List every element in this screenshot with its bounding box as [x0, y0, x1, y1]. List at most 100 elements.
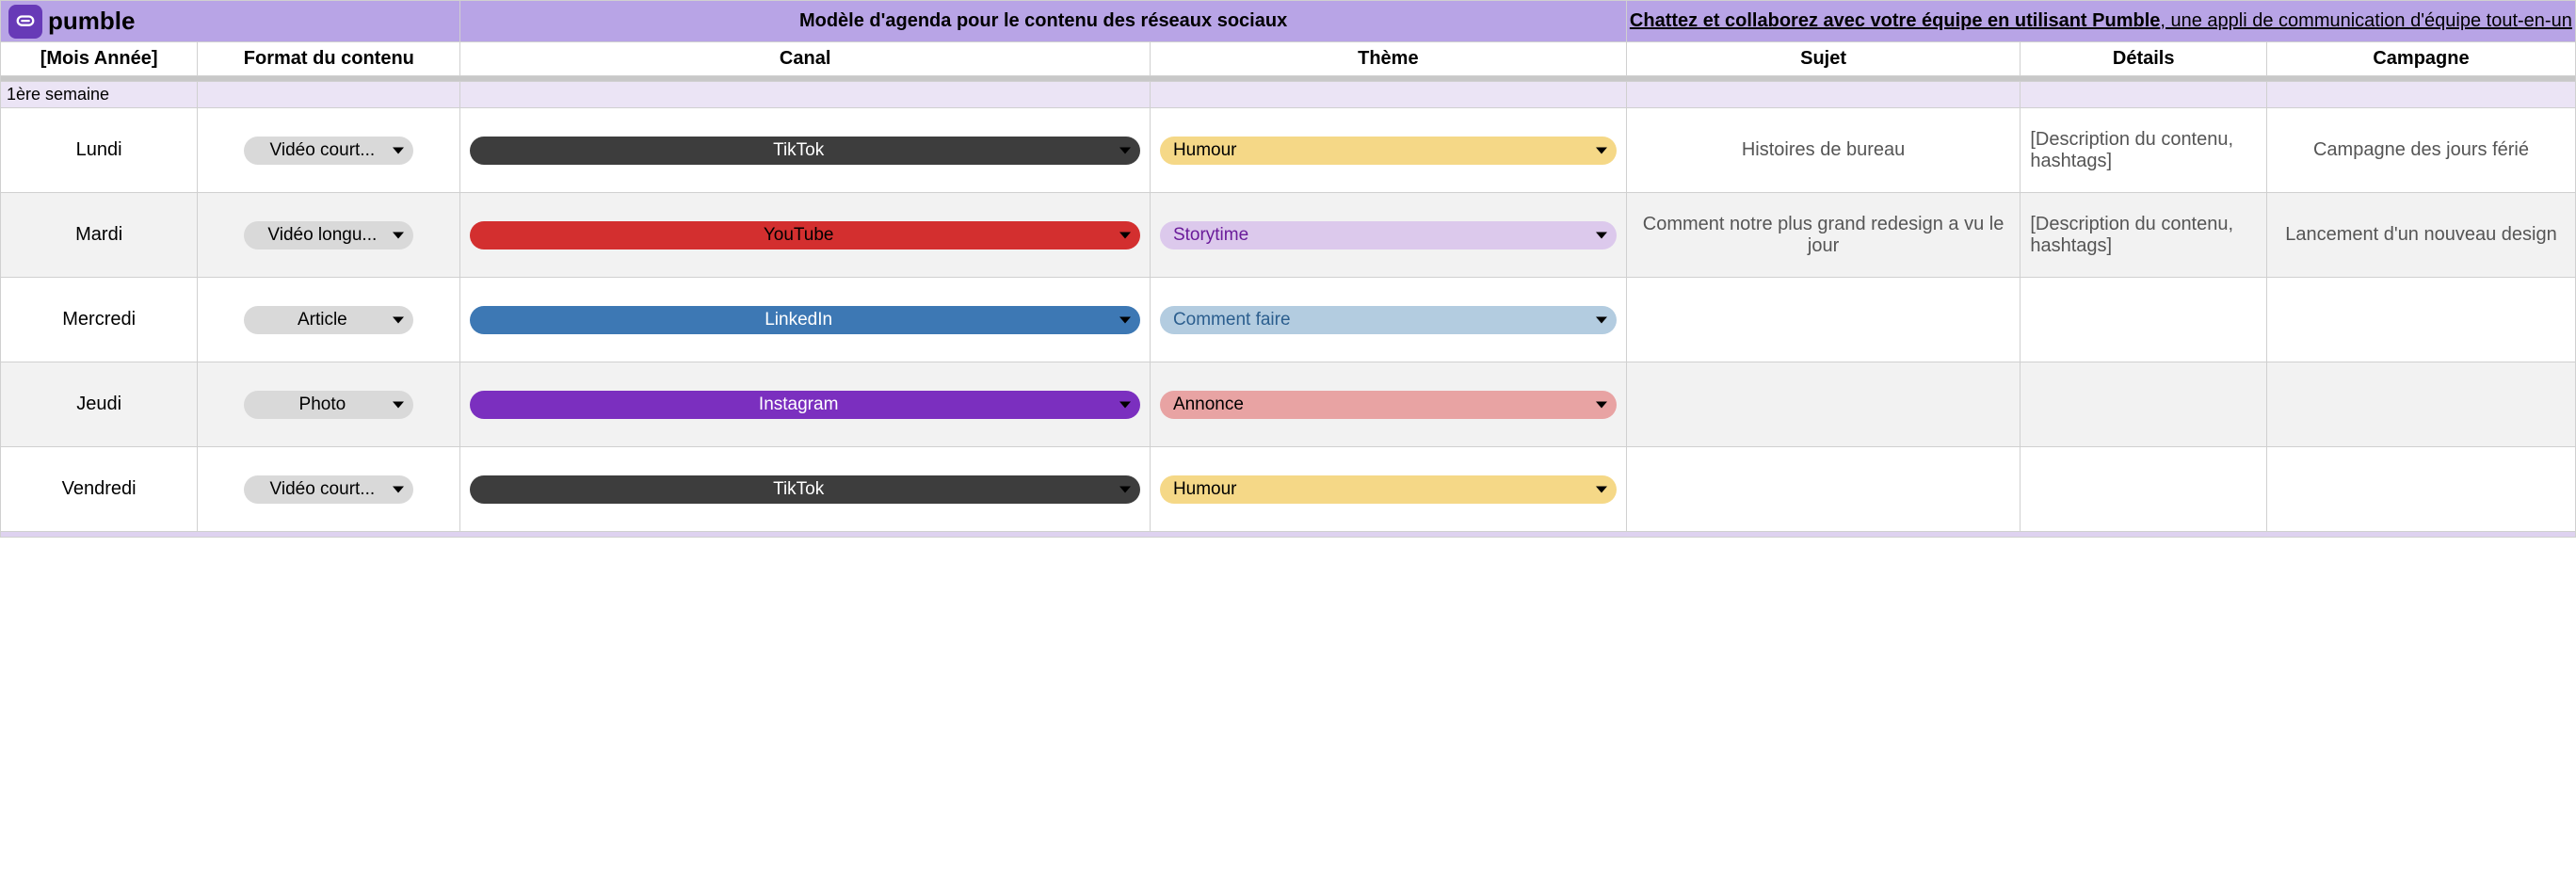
table-row: Vendredi Vidéo court... TikTok Humour [1, 447, 2576, 532]
canal-cell[interactable]: LinkedIn [460, 278, 1151, 362]
day-cell: Lundi [1, 108, 198, 193]
table-row: Lundi Vidéo court... TikTok Humour Histoires… [1, 108, 2576, 193]
canal-cell[interactable]: TikTok [460, 447, 1151, 532]
theme-dropdown[interactable]: Comment faire [1160, 306, 1617, 334]
col-month: [Mois Année] [1, 42, 198, 76]
theme-dropdown[interactable]: Humour [1160, 475, 1617, 504]
sujet-cell[interactable] [1626, 447, 2021, 532]
template-title: Modèle d'agenda pour le contenu des rése… [460, 1, 1626, 42]
theme-value: Humour [1173, 140, 1237, 161]
chevron-down-icon [393, 232, 404, 238]
col-details: Détails [2021, 42, 2267, 76]
theme-value: Storytime [1173, 225, 1248, 246]
format-cell[interactable]: Photo [198, 362, 460, 447]
theme-value: Annonce [1173, 394, 1244, 415]
format-value: Photo [299, 394, 346, 415]
chevron-down-icon [1596, 401, 1607, 408]
brand-logo: pumble [1, 5, 459, 39]
format-value: Article [298, 310, 347, 330]
chevron-down-icon [1596, 486, 1607, 492]
chevron-down-icon [393, 147, 404, 153]
col-format: Format du contenu [198, 42, 460, 76]
format-cell[interactable]: Vidéo longu... [198, 193, 460, 278]
details-cell[interactable] [2021, 362, 2267, 447]
week-label: 1ère semaine [1, 82, 198, 108]
chevron-down-icon [393, 401, 404, 408]
theme-cell[interactable]: Humour [1150, 447, 1626, 532]
table-row: Jeudi Photo Instagram Annonce [1, 362, 2576, 447]
format-value: Vidéo court... [270, 479, 376, 500]
theme-cell[interactable]: Comment faire [1150, 278, 1626, 362]
format-dropdown[interactable]: Vidéo court... [244, 137, 413, 165]
format-value: Vidéo court... [270, 140, 376, 161]
promo-link[interactable]: Chattez et collaborez avec votre équipe … [1626, 1, 2575, 42]
canal-value: TikTok [773, 140, 824, 161]
chevron-down-icon [1596, 316, 1607, 323]
theme-cell[interactable]: Storytime [1150, 193, 1626, 278]
details-cell[interactable] [2021, 278, 2267, 362]
day-cell: Vendredi [1, 447, 198, 532]
format-dropdown[interactable]: Photo [244, 391, 413, 419]
format-cell[interactable]: Vidéo court... [198, 108, 460, 193]
pumble-icon [8, 5, 42, 39]
campagne-cell[interactable] [2266, 447, 2575, 532]
theme-dropdown[interactable]: Humour [1160, 137, 1617, 165]
canal-value: Instagram [759, 394, 838, 415]
sujet-cell[interactable]: Comment notre plus grand redesign a vu l… [1626, 193, 2021, 278]
chevron-down-icon [1119, 486, 1131, 492]
format-dropdown[interactable]: Article [244, 306, 413, 334]
format-cell[interactable]: Article [198, 278, 460, 362]
campagne-cell[interactable] [2266, 362, 2575, 447]
campagne-cell[interactable]: Campagne des jours férié [2266, 108, 2575, 193]
format-dropdown[interactable]: Vidéo longu... [244, 221, 413, 249]
table-row: Mercredi Article LinkedIn Comment faire [1, 278, 2576, 362]
canal-value: TikTok [773, 479, 824, 500]
theme-value: Comment faire [1173, 310, 1291, 330]
campagne-cell[interactable] [2266, 278, 2575, 362]
day-cell: Mardi [1, 193, 198, 278]
canal-dropdown[interactable]: YouTube [470, 221, 1140, 249]
col-campagne: Campagne [2266, 42, 2575, 76]
theme-dropdown[interactable]: Storytime [1160, 221, 1617, 249]
theme-value: Humour [1173, 479, 1237, 500]
campagne-cell[interactable]: Lancement d'un nouveau design [2266, 193, 2575, 278]
chevron-down-icon [1119, 401, 1131, 408]
format-cell[interactable]: Vidéo court... [198, 447, 460, 532]
chevron-down-icon [1119, 232, 1131, 238]
details-cell[interactable]: [Description du contenu, hashtags] [2021, 108, 2267, 193]
canal-dropdown[interactable]: LinkedIn [470, 306, 1140, 334]
chevron-down-icon [1596, 147, 1607, 153]
theme-cell[interactable]: Humour [1150, 108, 1626, 193]
col-theme: Thème [1150, 42, 1626, 76]
chevron-down-icon [1596, 232, 1607, 238]
canal-dropdown[interactable]: TikTok [470, 137, 1140, 165]
format-value: Vidéo longu... [267, 225, 377, 246]
chevron-down-icon [393, 486, 404, 492]
format-dropdown[interactable]: Vidéo court... [244, 475, 413, 504]
day-cell: Mercredi [1, 278, 198, 362]
chevron-down-icon [1119, 147, 1131, 153]
day-cell: Jeudi [1, 362, 198, 447]
theme-dropdown[interactable]: Annonce [1160, 391, 1617, 419]
details-cell[interactable] [2021, 447, 2267, 532]
canal-value: LinkedIn [765, 310, 832, 330]
sujet-cell[interactable] [1626, 278, 2021, 362]
chevron-down-icon [1119, 316, 1131, 323]
col-canal: Canal [460, 42, 1151, 76]
promo-link-rest: , une appli de communication d'équipe to… [2160, 10, 2571, 31]
theme-cell[interactable]: Annonce [1150, 362, 1626, 447]
canal-value: YouTube [764, 225, 834, 246]
canal-dropdown[interactable]: Instagram [470, 391, 1140, 419]
details-cell[interactable]: [Description du contenu, hashtags] [2021, 193, 2267, 278]
table-row: Mardi Vidéo longu... YouTube Storytime Comme… [1, 193, 2576, 278]
chevron-down-icon [393, 316, 404, 323]
canal-cell[interactable]: YouTube [460, 193, 1151, 278]
canal-cell[interactable]: TikTok [460, 108, 1151, 193]
col-sujet: Sujet [1626, 42, 2021, 76]
sujet-cell[interactable]: Histoires de bureau [1626, 108, 2021, 193]
brand-name: pumble [48, 7, 135, 36]
canal-dropdown[interactable]: TikTok [470, 475, 1140, 504]
promo-link-bold: Chattez et collaborez avec votre équipe … [1630, 10, 2160, 31]
sujet-cell[interactable] [1626, 362, 2021, 447]
canal-cell[interactable]: Instagram [460, 362, 1151, 447]
